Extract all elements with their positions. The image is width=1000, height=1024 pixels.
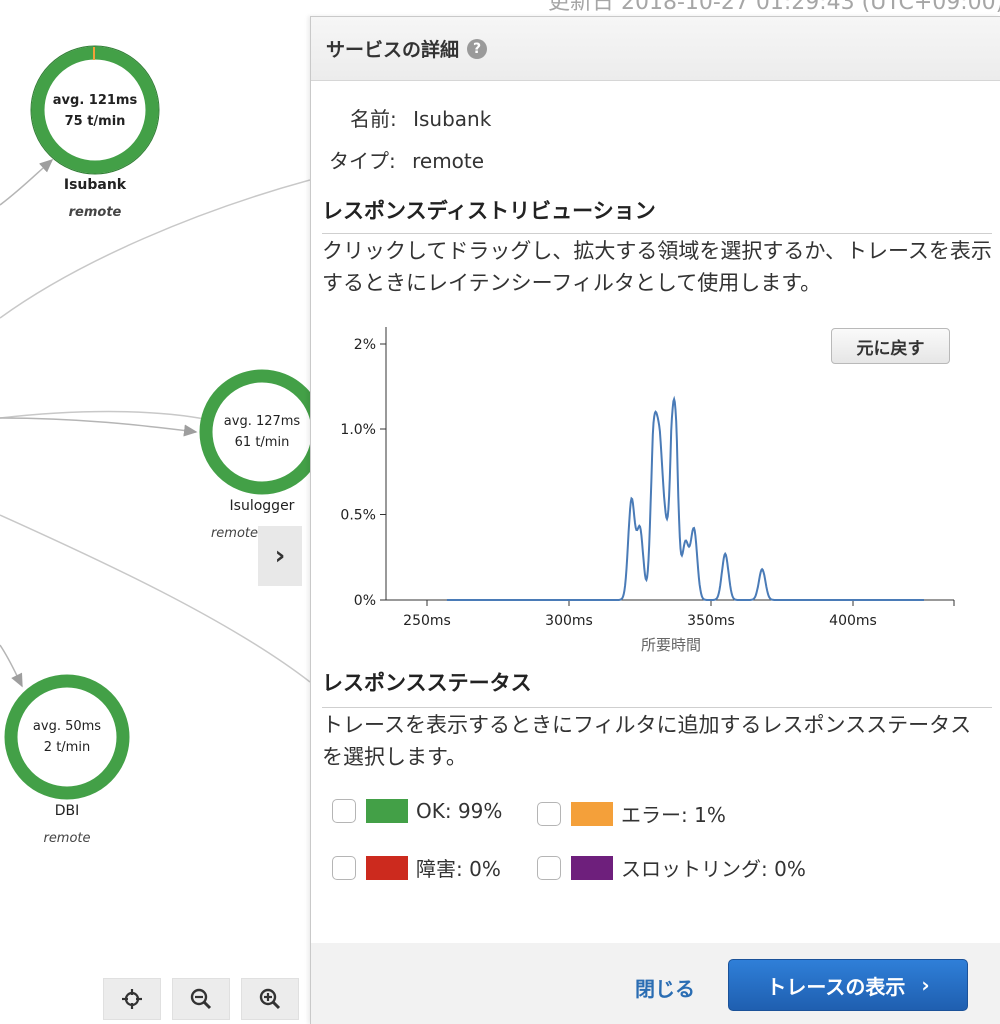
y-tick-label: 0.5%	[340, 508, 376, 524]
panel-footer: 閉じる トレースの表示 ›	[311, 943, 1000, 1024]
status-throttle[interactable]: スロットリング: 0%	[537, 853, 806, 882]
y-tick-label: 0%	[354, 593, 376, 609]
status-fault-swatch	[366, 855, 408, 880]
status-ok-swatch	[366, 799, 408, 823]
reset-zoom-button[interactable]: 元に戻す	[831, 328, 950, 364]
name-field: 名前: Isubank	[350, 103, 491, 132]
distribution-description: クリックしてドラッグし、拡大する領域を選択するか、トレースを表示するときにレイテ…	[322, 239, 992, 295]
distribution-line	[446, 395, 924, 601]
response-status-divider	[322, 707, 992, 708]
last-updated-timestamp: 更新日 2018-10-27 01:29:43 (UTC+09:00)	[548, 0, 1000, 15]
chevron-right-icon: ›	[274, 541, 286, 571]
zoom-in-icon	[259, 988, 281, 1010]
isubank-rate: 75 t/min	[64, 114, 126, 129]
isubank-type: remote	[68, 205, 122, 220]
edge-to-isulogger-2	[0, 417, 198, 437]
expand-panel-button[interactable]: ›	[258, 526, 302, 586]
x-tick-label: 350ms	[687, 613, 735, 629]
status-throttle-checkbox[interactable]	[537, 855, 561, 880]
x-axis-label: 所要時間	[641, 636, 701, 654]
status-error-swatch	[571, 801, 613, 826]
dbi-name[interactable]: DBI	[0, 803, 137, 819]
response-distribution-chart[interactable]: 0% 0.5% 1.0% 2% 250ms 300ms 350ms 400ms 所要時間	[326, 317, 966, 667]
response-status-description: トレースを表示するときにフィルタに追加するレスポンスステータスを選択します。	[322, 713, 972, 769]
isulogger-type: remote	[210, 526, 258, 541]
view-traces-label: トレースの表示	[766, 974, 906, 999]
distribution-divider	[322, 233, 992, 234]
x-tick-label: 250ms	[403, 613, 451, 629]
status-error[interactable]: エラー: 1%	[537, 799, 726, 828]
status-fault-checkbox[interactable]	[332, 855, 356, 880]
distribution-title: レスポンスディストリビューション	[322, 199, 656, 223]
isubank-stats[interactable]: avg. 121ms 75 t/min	[35, 90, 155, 132]
help-icon[interactable]: ?	[467, 38, 488, 59]
view-traces-button[interactable]: トレースの表示 ›	[728, 959, 968, 1011]
status-error-label: エラー: 1%	[621, 803, 726, 827]
status-throttle-swatch	[571, 855, 613, 880]
service-details-panel: サービスの詳細 ? 名前: Isubank タイプ: remote レスポンスデ…	[310, 16, 1000, 1024]
locate-icon	[122, 989, 142, 1009]
close-button[interactable]: 閉じる	[635, 973, 695, 1002]
isulogger-stats[interactable]: avg. 127ms 61 t/min	[202, 411, 322, 453]
isulogger-avg: avg. 127ms	[223, 414, 301, 429]
panel-title: サービスの詳細	[326, 39, 460, 61]
edge-to-dbi	[0, 644, 23, 688]
status-ok-label: OK: 99%	[416, 799, 503, 823]
y-tick-label: 1.0%	[340, 422, 376, 438]
zoom-out-icon	[190, 988, 212, 1010]
status-ok[interactable]: OK: 99%	[332, 799, 502, 823]
zoom-in-button[interactable]	[241, 978, 299, 1020]
status-fault[interactable]: 障害: 0%	[332, 853, 501, 882]
status-throttle-label: スロットリング: 0%	[621, 857, 806, 881]
dbi-avg: avg. 50ms	[32, 719, 102, 734]
dbi-type: remote	[43, 831, 91, 846]
status-ok-checkbox[interactable]	[332, 799, 356, 823]
name-label: 名前:	[350, 107, 397, 131]
isubank-avg: avg. 121ms	[52, 93, 138, 108]
x-tick-label: 400ms	[829, 613, 877, 629]
type-label: タイプ:	[329, 149, 396, 173]
type-value: remote	[412, 149, 485, 173]
recenter-button[interactable]	[103, 978, 161, 1020]
dbi-stats[interactable]: avg. 50ms 2 t/min	[7, 716, 127, 758]
dbi-rate: 2 t/min	[43, 740, 91, 755]
type-field: タイプ: remote	[329, 145, 484, 174]
status-fault-label: 障害: 0%	[416, 857, 501, 881]
isubank-name[interactable]: Isubank	[25, 177, 165, 193]
name-value: Isubank	[413, 107, 492, 131]
panel-header: サービスの詳細 ?	[311, 17, 1000, 81]
isulogger-rate: 61 t/min	[234, 435, 290, 450]
status-error-checkbox[interactable]	[537, 801, 561, 826]
x-tick-label: 300ms	[545, 613, 593, 629]
y-tick-label: 2%	[354, 337, 376, 353]
edge-long-1	[0, 179, 310, 319]
response-status-title: レスポンスステータス	[322, 671, 532, 695]
chevron-right-icon: ›	[921, 973, 930, 997]
zoom-out-button[interactable]	[172, 978, 230, 1020]
